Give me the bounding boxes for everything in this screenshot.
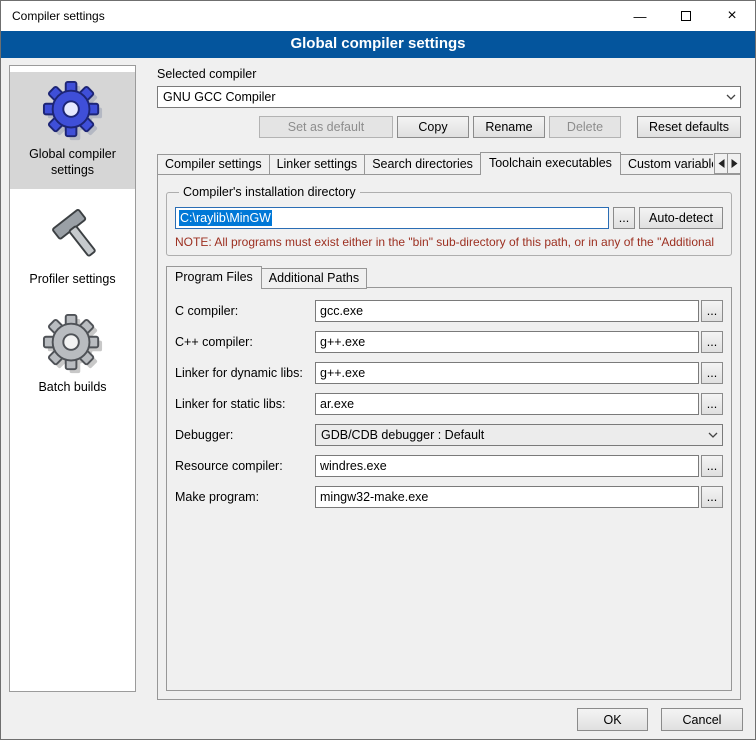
triangle-right-icon bbox=[731, 159, 738, 168]
hammer-icon bbox=[42, 205, 104, 267]
tab-compiler-settings[interactable]: Compiler settings bbox=[157, 154, 270, 175]
form-row-dynamic-linker: Linker for dynamic libs: ... bbox=[175, 362, 723, 384]
c-compiler-input[interactable] bbox=[315, 300, 699, 322]
subtab-additional-paths[interactable]: Additional Paths bbox=[261, 268, 367, 289]
form-row-resource-compiler: Resource compiler: ... bbox=[175, 455, 723, 477]
resource-compiler-input[interactable] bbox=[315, 455, 699, 477]
close-button[interactable]: × bbox=[709, 1, 755, 31]
gray-gear-icon bbox=[42, 313, 104, 375]
chevron-down-icon bbox=[722, 94, 740, 100]
tab-scroll-right-button[interactable] bbox=[727, 153, 741, 174]
sidebar-item-label: Profiler settings bbox=[12, 271, 133, 287]
sidebar-item-profiler-settings[interactable]: Profiler settings bbox=[10, 197, 135, 297]
sidebar-item-label: Global compiler settings bbox=[12, 146, 133, 179]
close-icon: × bbox=[727, 8, 736, 24]
maximize-icon bbox=[681, 11, 691, 21]
installation-directory-value: C:\raylib\MinGW bbox=[179, 210, 272, 226]
form-row-debugger: Debugger: GDB/CDB debugger : Default bbox=[175, 424, 723, 446]
resource-compiler-label: Resource compiler: bbox=[175, 459, 315, 473]
maximize-button[interactable] bbox=[663, 1, 709, 31]
debugger-select[interactable]: GDB/CDB debugger : Default bbox=[315, 424, 723, 446]
ok-button[interactable]: OK bbox=[577, 708, 648, 731]
cpp-compiler-label: C++ compiler: bbox=[175, 335, 315, 349]
selected-compiler-value: GNU GCC Compiler bbox=[163, 90, 722, 104]
selected-compiler-label: Selected compiler bbox=[157, 67, 741, 83]
cancel-button[interactable]: Cancel bbox=[661, 708, 743, 731]
installation-directory-row: C:\raylib\MinGW ... Auto-detect bbox=[175, 207, 723, 229]
auto-detect-button[interactable]: Auto-detect bbox=[639, 207, 723, 229]
compiler-button-row: Set as default Copy Rename Delete Reset … bbox=[157, 116, 741, 138]
sidebar-item-label: Batch builds bbox=[12, 379, 133, 395]
window-title: Compiler settings bbox=[1, 9, 105, 23]
program-files-panel: C compiler: ... C++ compiler: ... Linker… bbox=[166, 287, 732, 691]
note-text: NOTE: All programs must exist either in … bbox=[175, 235, 723, 249]
triangle-left-icon bbox=[718, 159, 725, 168]
static-linker-browse-button[interactable]: ... bbox=[701, 393, 723, 415]
debugger-value: GDB/CDB debugger : Default bbox=[321, 428, 704, 442]
dialog-footer: OK Cancel bbox=[577, 708, 743, 731]
toolchain-subtabs: Program Files Additional Paths bbox=[166, 266, 732, 289]
sidebar-item-batch-builds[interactable]: Batch builds bbox=[10, 305, 135, 405]
make-program-browse-button[interactable]: ... bbox=[701, 486, 723, 508]
c-compiler-label: C compiler: bbox=[175, 304, 315, 318]
cpp-compiler-input[interactable] bbox=[315, 331, 699, 353]
static-linker-input[interactable] bbox=[315, 393, 699, 415]
form-row-make-program: Make program: ... bbox=[175, 486, 723, 508]
subtab-strip: Program Files Additional Paths bbox=[166, 266, 732, 289]
delete-button[interactable]: Delete bbox=[549, 116, 621, 138]
make-program-input[interactable] bbox=[315, 486, 699, 508]
tab-custom-variables[interactable]: Custom variables bbox=[620, 154, 713, 175]
make-program-label: Make program: bbox=[175, 490, 315, 504]
tab-toolchain-executables[interactable]: Toolchain executables bbox=[480, 152, 621, 175]
installation-directory-group-title: Compiler's installation directory bbox=[179, 185, 360, 199]
sidebar: Global compiler settings Profiler settin… bbox=[9, 65, 136, 692]
sidebar-item-global-compiler-settings[interactable]: Global compiler settings bbox=[10, 72, 135, 189]
compiler-settings-window: Compiler settings — × Global compiler se… bbox=[0, 0, 756, 740]
tab-scroll-controls bbox=[715, 153, 741, 174]
installation-directory-browse-button[interactable]: ... bbox=[613, 207, 635, 229]
resource-compiler-browse-button[interactable]: ... bbox=[701, 455, 723, 477]
tab-linker-settings[interactable]: Linker settings bbox=[269, 154, 366, 175]
minimize-button[interactable]: — bbox=[617, 1, 663, 31]
window-controls: — × bbox=[617, 1, 755, 31]
rename-button[interactable]: Rename bbox=[473, 116, 545, 138]
set-as-default-button[interactable]: Set as default bbox=[259, 116, 393, 138]
tab-search-directories[interactable]: Search directories bbox=[364, 154, 481, 175]
debugger-label: Debugger: bbox=[175, 428, 315, 442]
titlebar[interactable]: Compiler settings — × bbox=[1, 1, 755, 31]
tab-scroll-left-button[interactable] bbox=[714, 153, 728, 174]
dialog-header-title: Global compiler settings bbox=[290, 35, 465, 52]
chevron-down-icon bbox=[704, 432, 722, 438]
installation-directory-input[interactable]: C:\raylib\MinGW bbox=[175, 207, 609, 229]
dialog-header: Global compiler settings bbox=[1, 31, 755, 58]
dialog-content: Global compiler settings Profiler settin… bbox=[1, 58, 755, 739]
form-row-static-linker: Linker for static libs: ... bbox=[175, 393, 723, 415]
minimize-icon: — bbox=[634, 9, 647, 24]
static-linker-label: Linker for static libs: bbox=[175, 397, 315, 411]
blue-gear-icon bbox=[42, 80, 104, 142]
dynamic-linker-browse-button[interactable]: ... bbox=[701, 362, 723, 384]
dynamic-linker-label: Linker for dynamic libs: bbox=[175, 366, 315, 380]
c-compiler-browse-button[interactable]: ... bbox=[701, 300, 723, 322]
main-tabs: Compiler settings Linker settings Search… bbox=[157, 152, 741, 175]
reset-defaults-button[interactable]: Reset defaults bbox=[637, 116, 741, 138]
toolchain-executables-panel: Compiler's installation directory C:\ray… bbox=[157, 174, 741, 700]
installation-directory-group: Compiler's installation directory C:\ray… bbox=[166, 185, 732, 256]
form-row-c-compiler: C compiler: ... bbox=[175, 300, 723, 322]
subtab-program-files[interactable]: Program Files bbox=[166, 266, 262, 289]
form-row-cpp-compiler: C++ compiler: ... bbox=[175, 331, 723, 353]
selected-compiler-select[interactable]: GNU GCC Compiler bbox=[157, 86, 741, 108]
cpp-compiler-browse-button[interactable]: ... bbox=[701, 331, 723, 353]
tab-strip: Compiler settings Linker settings Search… bbox=[157, 152, 713, 175]
copy-button[interactable]: Copy bbox=[397, 116, 469, 138]
main-area: Selected compiler GNU GCC Compiler Set a… bbox=[157, 58, 741, 700]
dynamic-linker-input[interactable] bbox=[315, 362, 699, 384]
